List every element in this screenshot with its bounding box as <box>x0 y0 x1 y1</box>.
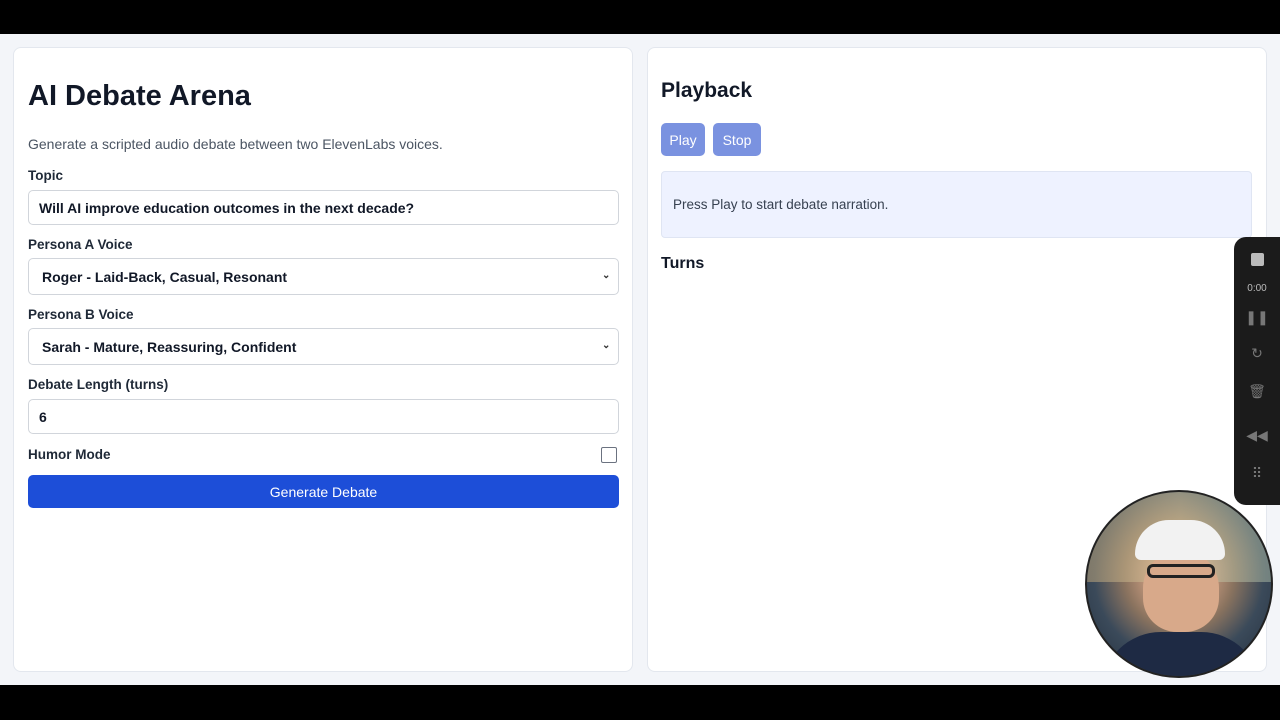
topic-input-value: Will AI improve education outcomes in th… <box>39 199 415 216</box>
recording-time: 0:00 <box>1247 283 1267 294</box>
grid-icon[interactable]: ⠿ <box>1234 465 1280 482</box>
length-input-value: 6 <box>39 408 47 425</box>
page-subtitle: Generate a scripted audio debate between… <box>28 136 443 152</box>
playback-title: Playback <box>661 79 753 102</box>
persona-b-label: Persona B Voice <box>28 307 134 322</box>
restart-icon[interactable]: ↻ <box>1234 345 1280 362</box>
persona-a-label: Persona A Voice <box>28 237 133 252</box>
screen-recorder-toolbar: 0:00 ❚❚ ↻ 🗑 ◀◀ ⠿ <box>1234 237 1280 505</box>
chevron-down-icon: ⌄ <box>602 270 611 281</box>
humor-checkbox[interactable] <box>601 447 617 463</box>
topic-input[interactable]: Will AI improve education outcomes in th… <box>28 190 619 225</box>
record-stop-icon[interactable] <box>1251 253 1264 266</box>
persona-a-selected: Roger - Laid-Back, Casual, Resonant <box>42 268 288 285</box>
persona-b-selected: Sarah - Mature, Reassuring, Confident <box>42 338 297 355</box>
playback-status: Press Play to start debate narration. <box>661 171 1252 238</box>
rewind-icon[interactable]: ◀◀ <box>1234 427 1280 444</box>
webcam-person-glasses <box>1147 564 1215 578</box>
webcam-person-shirt <box>1101 632 1261 676</box>
humor-label: Humor Mode <box>28 447 111 462</box>
length-input[interactable]: 6 <box>28 399 619 434</box>
pause-icon[interactable]: ❚❚ <box>1234 309 1280 326</box>
webcam-person-hat <box>1135 520 1225 560</box>
length-label: Debate Length (turns) <box>28 377 169 392</box>
generate-debate-button[interactable]: Generate Debate <box>28 475 619 508</box>
persona-b-select[interactable]: Sarah - Mature, Reassuring, Confident ⌄ <box>28 328 619 365</box>
stop-button[interactable]: Stop <box>713 123 761 156</box>
persona-a-select[interactable]: Roger - Laid-Back, Casual, Resonant ⌄ <box>28 258 619 295</box>
topic-label: Topic <box>28 168 63 183</box>
turns-heading: Turns <box>661 255 705 272</box>
debate-config-panel: AI Debate Arena Generate a scripted audi… <box>13 47 633 672</box>
trash-icon[interactable]: 🗑 <box>1234 383 1280 400</box>
webcam-overlay <box>1085 490 1273 678</box>
play-button[interactable]: Play <box>661 123 705 156</box>
webcam-person-face <box>1143 550 1219 632</box>
chevron-down-icon: ⌄ <box>602 340 611 351</box>
playback-status-text: Press Play to start debate narration. <box>673 197 889 212</box>
page-title: AI Debate Arena <box>28 80 251 112</box>
